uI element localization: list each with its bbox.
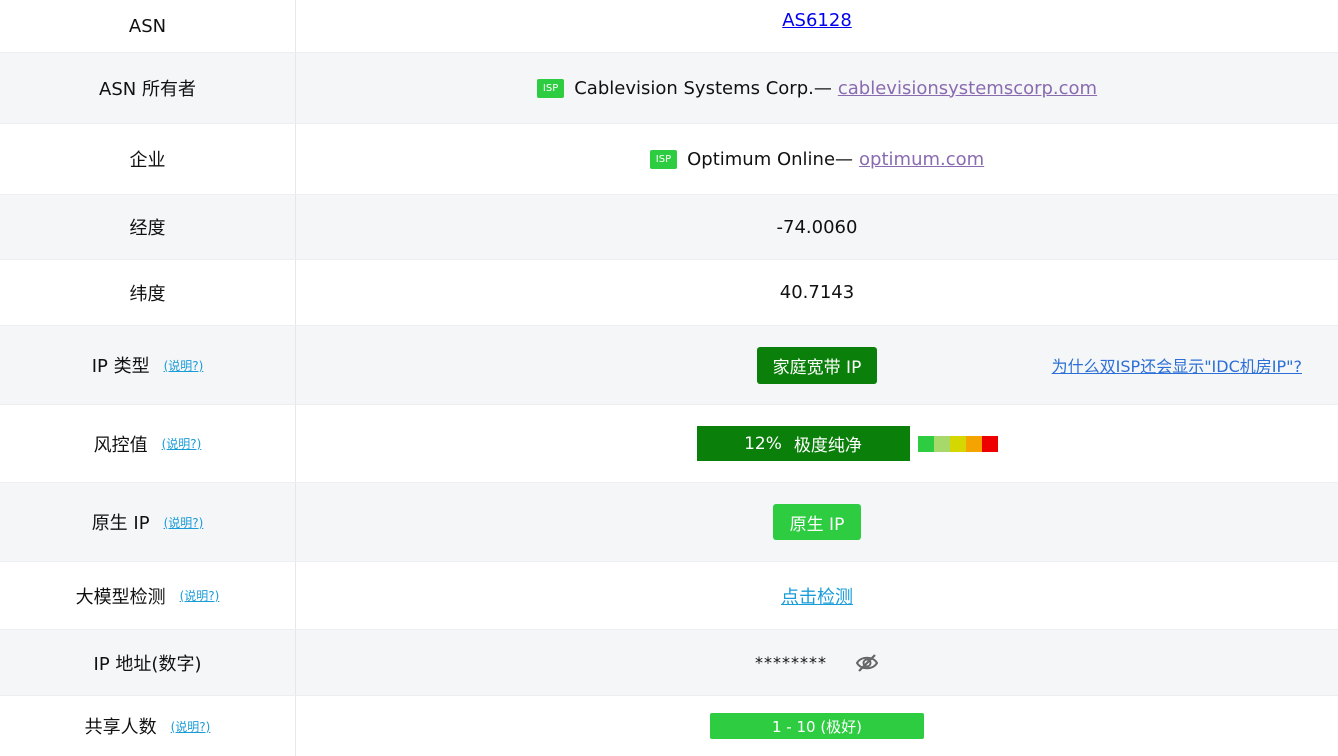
dual-isp-explain-link[interactable]: 为什么双ISP还会显示"IDC机房IP"?: [1052, 353, 1302, 377]
asn-owner-domain-link[interactable]: cablevisionsystemscorp.com: [838, 78, 1097, 99]
longitude-value: -74.0060: [776, 216, 858, 238]
row-value: 点击检测: [296, 562, 1338, 629]
risk-scale-segment: [917, 435, 934, 452]
row-label: IP 地址(数字): [0, 630, 296, 695]
company-label: 企业: [129, 150, 166, 171]
row-label: IP 类型 (说明?): [0, 326, 296, 404]
asn-owner-label: ASN 所有者: [99, 79, 196, 100]
ip-numeric-label: IP 地址(数字): [93, 653, 202, 675]
row-company: 企业 ISP Optimum Online— optimum.com: [0, 124, 1338, 195]
asn-owner-name: Cablevision Systems Corp.—: [574, 77, 832, 99]
row-value: 12% 极度纯净: [296, 405, 1338, 482]
risk-color-scale: [917, 435, 998, 452]
row-shared-users: 共享人数 (说明?) 1 - 10 (极好): [0, 696, 1338, 756]
row-label: 大模型检测 (说明?): [0, 562, 296, 629]
llm-detect-label: 大模型检测: [75, 586, 166, 608]
longitude-label: 经度: [129, 218, 166, 239]
ip-type-badge: 家庭宽带 IP: [756, 346, 878, 384]
asn-link[interactable]: AS6128: [782, 10, 852, 31]
row-value: ISP Optimum Online— optimum.com: [296, 124, 1338, 194]
row-label: 纬度: [0, 260, 296, 325]
latitude-value: 40.7143: [779, 282, 855, 303]
risk-scale-segment: [981, 435, 998, 452]
risk-scale-segment: [933, 435, 950, 452]
risk-label: 风控值: [93, 434, 148, 456]
row-value: 家庭宽带 IP 为什么双ISP还会显示"IDC机房IP"?: [296, 326, 1338, 404]
risk-percent: 12%: [744, 433, 782, 454]
row-risk: 风控值 (说明?) 12% 极度纯净: [0, 405, 1338, 483]
row-value: ********: [296, 630, 1338, 695]
row-value: 40.7143: [296, 260, 1338, 325]
row-longitude: 经度 -74.0060: [0, 195, 1338, 260]
row-label: 风控值 (说明?): [0, 405, 296, 482]
company-name: Optimum Online—: [687, 148, 854, 170]
row-latitude: 纬度 40.7143: [0, 260, 1338, 326]
row-value: ISP Cablevision Systems Corp.— cablevisi…: [296, 53, 1338, 123]
ip-info-table: ASN AS6128 ASN 所有者 ISP Cablevision Syste…: [0, 0, 1338, 756]
row-ip-type: IP 类型 (说明?) 家庭宽带 IP 为什么双ISP还会显示"IDC机房IP"…: [0, 326, 1338, 405]
row-asn: ASN AS6128: [0, 0, 1338, 53]
row-value: 原生 IP: [296, 483, 1338, 561]
native-ip-label: 原生 IP: [91, 513, 150, 534]
ip-numeric-masked-value: ********: [755, 653, 827, 672]
risk-score-bar: 12% 极度纯净: [696, 426, 910, 461]
ip-type-help-link[interactable]: (说明?): [164, 357, 204, 374]
row-value: -74.0060: [296, 195, 1338, 259]
row-value: 1 - 10 (极好): [296, 696, 1338, 756]
company-domain-link[interactable]: optimum.com: [859, 149, 984, 170]
eye-off-icon[interactable]: [855, 653, 879, 673]
native-ip-badge: 原生 IP: [772, 504, 862, 540]
row-label: 共享人数 (说明?): [0, 696, 296, 756]
row-label: 原生 IP (说明?): [0, 483, 296, 561]
isp-badge: ISP: [536, 78, 565, 98]
click-detect-link[interactable]: 点击检测: [781, 583, 853, 609]
row-label: 企业: [0, 124, 296, 194]
shared-users-badge: 1 - 10 (极好): [710, 713, 924, 739]
shared-users-help-link[interactable]: (说明?): [171, 718, 211, 735]
row-ip-numeric: IP 地址(数字) ********: [0, 630, 1338, 696]
risk-help-link[interactable]: (说明?): [162, 435, 202, 452]
row-llm-detect: 大模型检测 (说明?) 点击检测: [0, 562, 1338, 630]
row-label: 经度: [0, 195, 296, 259]
row-label: ASN: [0, 0, 296, 52]
native-ip-help-link[interactable]: (说明?): [164, 514, 204, 531]
llm-detect-help-link[interactable]: (说明?): [180, 587, 220, 604]
ip-type-label: IP 类型: [91, 356, 150, 377]
row-label: ASN 所有者: [0, 53, 296, 123]
isp-badge: ISP: [649, 149, 678, 169]
risk-status: 极度纯净: [793, 436, 862, 456]
row-asn-owner: ASN 所有者 ISP Cablevision Systems Corp.— c…: [0, 53, 1338, 124]
row-value: AS6128: [296, 0, 1338, 52]
asn-label: ASN: [128, 15, 167, 37]
risk-scale-segment: [949, 435, 966, 452]
row-native-ip: 原生 IP (说明?) 原生 IP: [0, 483, 1338, 562]
shared-users-label: 共享人数: [84, 717, 157, 738]
latitude-label: 纬度: [129, 283, 166, 305]
risk-scale-segment: [965, 435, 982, 452]
